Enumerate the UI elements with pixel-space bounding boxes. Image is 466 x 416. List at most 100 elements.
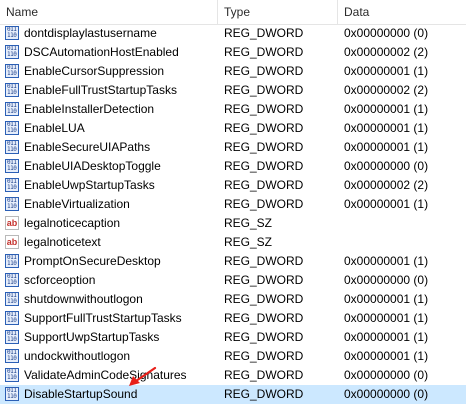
value-data: 0x00000001 (1) <box>344 102 429 116</box>
registry-value-row[interactable]: ab legalnoticetext REG_SZ <box>0 233 466 252</box>
value-data: 0x00000000 (0) <box>344 273 429 287</box>
dword-icon: 011 110 <box>5 64 19 78</box>
registry-value-row[interactable]: 011 110 PromptOnSecureDesktop REG_DWORD 0x00… <box>0 252 466 271</box>
value-type: REG_DWORD <box>224 102 304 116</box>
column-divider[interactable] <box>337 0 338 24</box>
column-header-type[interactable]: Type <box>224 0 250 24</box>
dword-icon: 011 110 <box>5 26 19 40</box>
dword-icon: 011 110 <box>5 273 19 287</box>
value-name: PromptOnSecureDesktop <box>24 254 161 268</box>
registry-value-row[interactable]: 011 110 EnableVirtualization REG_DWORD 0x000… <box>0 195 466 214</box>
value-data: 0x00000001 (1) <box>344 311 429 325</box>
value-name: legalnoticecaption <box>24 216 121 230</box>
value-name: undockwithoutlogon <box>24 349 131 363</box>
registry-value-row[interactable]: 011 110 DSCAutomationHostEnabled REG_DWORD 0… <box>0 43 466 62</box>
dword-icon: 011 110 <box>5 140 19 154</box>
value-data: 0x00000001 (1) <box>344 254 429 268</box>
dword-icon: 011 110 <box>5 349 19 363</box>
value-type: REG_DWORD <box>224 311 304 325</box>
dword-icon: 011 110 <box>5 121 19 135</box>
value-name: EnableLUA <box>24 121 85 135</box>
value-data: 0x00000002 (2) <box>344 178 429 192</box>
dword-icon: 011 110 <box>5 178 19 192</box>
registry-value-row[interactable]: 011 110 DisableStartupSound REG_DWORD 0x0000… <box>0 385 466 404</box>
registry-value-row[interactable]: 011 110 EnableFullTrustStartupTasks REG_DWO… <box>0 81 466 100</box>
value-type: REG_DWORD <box>224 64 304 78</box>
dword-icon: 011 110 <box>5 254 19 268</box>
value-type: REG_SZ <box>224 235 273 249</box>
dword-icon: 011 110 <box>5 102 19 116</box>
value-name: EnableUwpStartupTasks <box>24 178 155 192</box>
registry-value-row[interactable]: 011 110 SupportUwpStartupTasks REG_DWORD 0x0… <box>0 328 466 347</box>
value-type: REG_DWORD <box>224 349 304 363</box>
registry-value-row[interactable]: 011 110 dontdisplaylastusername REG_DWORD 0x… <box>0 24 466 43</box>
registry-value-row[interactable]: 011 110 SupportFullTrustStartupTasks REG_DW… <box>0 309 466 328</box>
value-type: REG_DWORD <box>224 292 304 306</box>
registry-value-row[interactable]: 011 110 EnableSecureUIAPaths REG_DWORD 0x000… <box>0 138 466 157</box>
value-data: 0x00000001 (1) <box>344 349 429 363</box>
registry-value-row[interactable]: 011 110 EnableCursorSuppression REG_DWORD 0x… <box>0 62 466 81</box>
value-name: SupportUwpStartupTasks <box>24 330 160 344</box>
value-type: REG_DWORD <box>224 273 304 287</box>
value-name: legalnoticetext <box>24 235 101 249</box>
dword-icon: 011 110 <box>5 368 19 382</box>
value-name: dontdisplaylastusername <box>24 26 157 40</box>
registry-value-row[interactable]: 011 110 ValidateAdminCodeSignatures REG_DWO… <box>0 366 466 385</box>
column-header-name[interactable]: Name <box>6 0 38 24</box>
string-icon: ab <box>5 216 19 230</box>
value-type: REG_DWORD <box>224 45 304 59</box>
value-name: ValidateAdminCodeSignatures <box>24 368 187 382</box>
registry-value-row[interactable]: 011 110 scforceoption REG_DWORD 0x00000000 (… <box>0 271 466 290</box>
value-data: 0x00000001 (1) <box>344 292 429 306</box>
value-name: EnableFullTrustStartupTasks <box>24 83 177 97</box>
value-type: REG_DWORD <box>224 330 304 344</box>
value-type: REG_SZ <box>224 216 273 230</box>
value-type: REG_DWORD <box>224 254 304 268</box>
value-name: EnableUIADesktopToggle <box>24 159 161 173</box>
column-divider[interactable] <box>217 0 218 24</box>
value-type: REG_DWORD <box>224 197 304 211</box>
value-name: DisableStartupSound <box>24 387 138 401</box>
value-name: shutdownwithoutlogon <box>24 292 143 306</box>
column-header-data[interactable]: Data <box>344 0 369 24</box>
value-name: scforceoption <box>24 273 96 287</box>
string-icon: ab <box>5 235 19 249</box>
registry-value-row[interactable]: ab legalnoticecaption REG_SZ <box>0 214 466 233</box>
value-type: REG_DWORD <box>224 159 304 173</box>
dword-icon: 011 110 <box>5 330 19 344</box>
value-type: REG_DWORD <box>224 387 304 401</box>
value-data: 0x00000001 (1) <box>344 140 429 154</box>
value-type: REG_DWORD <box>224 368 304 382</box>
dword-icon: 011 110 <box>5 292 19 306</box>
value-data: 0x00000001 (1) <box>344 197 429 211</box>
value-data: 0x00000001 (1) <box>344 121 429 135</box>
registry-value-list: 011 110 dontdisplaylastusername REG_DWORD 0x… <box>0 24 466 404</box>
value-data: 0x00000002 (2) <box>344 45 429 59</box>
value-name: EnableInstallerDetection <box>24 102 155 116</box>
dword-icon: 011 110 <box>5 159 19 173</box>
dword-icon: 011 110 <box>5 197 19 211</box>
value-data: 0x00000001 (1) <box>344 330 429 344</box>
registry-value-row[interactable]: 011 110 undockwithoutlogon REG_DWORD 0x00000… <box>0 347 466 366</box>
value-data: 0x00000000 (0) <box>344 368 429 382</box>
column-header-bar: Name Type Data <box>0 0 466 25</box>
registry-value-row[interactable]: 011 110 EnableUwpStartupTasks REG_DWORD 0x00… <box>0 176 466 195</box>
registry-value-row[interactable]: 011 110 EnableInstallerDetection REG_DWORD 0… <box>0 100 466 119</box>
value-data: 0x00000000 (0) <box>344 26 429 40</box>
registry-value-row[interactable]: 011 110 EnableLUA REG_DWORD 0x00000001 (1) <box>0 119 466 138</box>
value-name: SupportFullTrustStartupTasks <box>24 311 182 325</box>
value-data: 0x00000002 (2) <box>344 83 429 97</box>
value-data: 0x00000000 (0) <box>344 387 429 401</box>
value-type: REG_DWORD <box>224 83 304 97</box>
registry-value-row[interactable]: 011 110 EnableUIADesktopToggle REG_DWORD 0x0… <box>0 157 466 176</box>
value-data: 0x00000000 (0) <box>344 159 429 173</box>
annotation-arrow <box>129 366 157 386</box>
dword-icon: 011 110 <box>5 387 19 401</box>
value-name: EnableSecureUIAPaths <box>24 140 151 154</box>
value-type: REG_DWORD <box>224 121 304 135</box>
value-name: DSCAutomationHostEnabled <box>24 45 179 59</box>
value-type: REG_DWORD <box>224 178 304 192</box>
dword-icon: 011 110 <box>5 83 19 97</box>
value-name: EnableVirtualization <box>24 197 130 211</box>
registry-value-row[interactable]: 011 110 shutdownwithoutlogon REG_DWORD 0x000… <box>0 290 466 309</box>
